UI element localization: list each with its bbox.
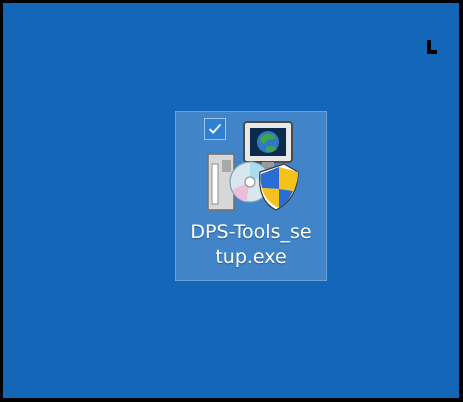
desktop[interactable]: DPS-Tools_se tup.exe [0, 0, 463, 402]
label-line-2: tup.exe [215, 246, 287, 268]
mouse-cursor-icon [427, 40, 437, 54]
label-line-1: DPS-Tools_se [190, 221, 312, 243]
checkmark-icon [208, 123, 222, 134]
desktop-icon-dps-tools-setup[interactable]: DPS-Tools_se tup.exe [175, 111, 327, 281]
desktop-icon-label: DPS-Tools_se tup.exe [176, 220, 326, 270]
select-checkbox[interactable] [204, 118, 226, 140]
